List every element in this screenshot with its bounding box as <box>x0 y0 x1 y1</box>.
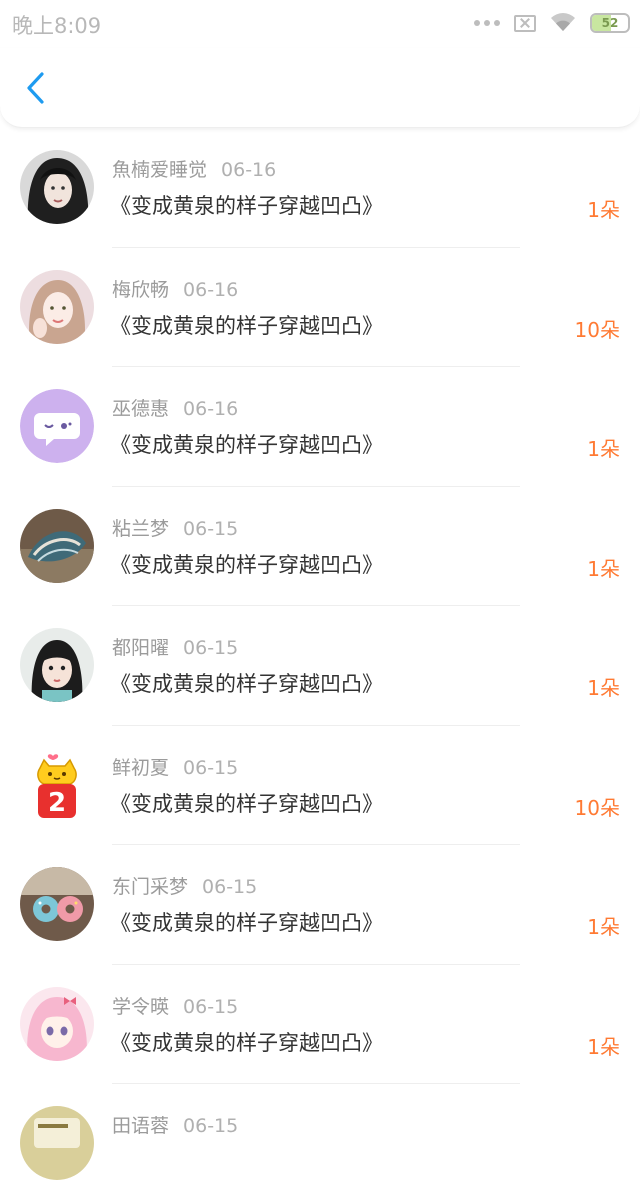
status-bar: 晚上8:09 52 <box>0 0 640 48</box>
sender-name: 田语蓉 <box>112 1115 170 1137</box>
gift-amount: 1朵 <box>587 1034 620 1059</box>
sender-meta: 都阳曜 06-15 <box>112 633 238 660</box>
back-button[interactable] <box>14 66 58 110</box>
sender-name: 巫德惠 <box>112 398 170 420</box>
status-icons: 52 <box>474 12 630 34</box>
svg-text:2: 2 <box>48 788 66 818</box>
sender-meta: 梅欣畅 06-16 <box>112 275 238 302</box>
avatar[interactable] <box>20 1106 94 1180</box>
book-title: 《变成黄泉的样子穿越凹凸》 <box>110 313 383 338</box>
gift-amount: 1朵 <box>587 915 620 939</box>
sender-name: 鲜初夏 <box>112 756 170 779</box>
gift-amount: 1朵 <box>587 556 620 581</box>
chevron-left-icon <box>27 72 44 104</box>
battery-icon: 52 <box>590 13 630 33</box>
list-item[interactable]: 魚楠爱睡觉 06-16 《变成黄泉的样子穿越凹凸》 1朵 <box>0 128 640 248</box>
no-sim-icon <box>514 14 536 32</box>
gift-date: 06-16 <box>221 159 277 181</box>
book-title: 《变成黄泉的样子穿越凹凸》 <box>110 791 383 816</box>
avatar[interactable] <box>20 269 94 344</box>
gift-date: 06-15 <box>183 517 239 540</box>
gift-amount: 10朵 <box>574 317 620 342</box>
list-item[interactable]: 学令暎 06-15 《变成黄泉的样子穿越凹凸》 1朵 <box>0 965 640 1084</box>
list-item[interactable]: 都阳曜 06-15 《变成黄泉的样子穿越凹凸》 1朵 <box>0 606 640 726</box>
list-item[interactable]: 东门采梦 06-15 《变成黄泉的样子穿越凹凸》 1朵 <box>0 845 640 965</box>
book-title: 《变成黄泉的样子穿越凹凸》 <box>110 1030 383 1055</box>
wifi-icon <box>551 13 575 31</box>
avatar[interactable] <box>20 508 94 583</box>
sender-meta: 巫德惠 06-16 <box>112 394 238 421</box>
sender-name: 都阳曜 <box>112 637 170 659</box>
book-title: 《变成黄泉的样子穿越凹凸》 <box>110 433 383 457</box>
avatar[interactable]: 2 <box>20 748 94 822</box>
sender-meta: 粘兰梦 06-15 <box>112 514 238 541</box>
list-item[interactable]: 田语蓉 06-15 <box>0 1084 640 1204</box>
status-time: 晚上8:09 <box>12 14 102 38</box>
avatar[interactable] <box>20 867 94 941</box>
sender-meta: 魚楠爱睡觉 06-16 <box>112 155 276 182</box>
avatar[interactable] <box>20 986 94 1061</box>
gift-date: 06-15 <box>183 637 239 659</box>
sender-meta: 学令暎 06-15 <box>112 992 238 1019</box>
gift-amount: 1朵 <box>587 437 620 461</box>
gift-date: 06-16 <box>183 278 239 301</box>
gift-date: 06-15 <box>183 995 239 1018</box>
sender-name: 梅欣畅 <box>112 278 170 301</box>
gift-amount: 1朵 <box>587 676 620 700</box>
battery-level: 52 <box>601 16 619 30</box>
gift-date: 06-16 <box>183 398 239 420</box>
list-item[interactable]: 2 鲜初夏 06-15 《变成黄泉的样子穿越凹凸》 10朵 <box>0 726 640 845</box>
avatar[interactable] <box>20 150 94 224</box>
sender-name: 魚楠爱睡觉 <box>112 159 208 181</box>
gift-date: 06-15 <box>202 876 258 898</box>
list-item[interactable]: 巫德惠 06-16 《变成黄泉的样子穿越凹凸》 1朵 <box>0 367 640 487</box>
sender-meta: 鲜初夏 06-15 <box>112 753 238 780</box>
gift-amount: 1朵 <box>587 198 620 222</box>
avatar[interactable] <box>20 628 94 702</box>
avatar[interactable] <box>20 389 94 463</box>
book-title: 《变成黄泉的样子穿越凹凸》 <box>110 194 383 218</box>
book-title: 《变成黄泉的样子穿越凹凸》 <box>110 672 383 696</box>
sender-meta: 田语蓉 06-15 <box>112 1111 238 1138</box>
list-item[interactable]: 梅欣畅 06-16 《变成黄泉的样子穿越凹凸》 10朵 <box>0 248 640 367</box>
list-item[interactable]: 粘兰梦 06-15 《变成黄泉的样子穿越凹凸》 1朵 <box>0 487 640 606</box>
more-dots-icon <box>474 20 500 26</box>
gift-date: 06-15 <box>183 1115 239 1137</box>
gift-date: 06-15 <box>183 756 239 779</box>
gift-list: 魚楠爱睡觉 06-16 《变成黄泉的样子穿越凹凸》 1朵 梅欣畅 06-16 《变成… <box>0 128 640 1204</box>
book-title: 《变成黄泉的样子穿越凹凸》 <box>110 911 383 935</box>
sender-name: 东门采梦 <box>112 876 189 898</box>
sender-meta: 东门采梦 06-15 <box>112 872 257 899</box>
sender-name: 学令暎 <box>112 995 170 1018</box>
sender-name: 粘兰梦 <box>112 517 170 540</box>
gift-amount: 10朵 <box>574 795 620 820</box>
nav-bar <box>0 48 640 128</box>
book-title: 《变成黄泉的样子穿越凹凸》 <box>110 552 383 577</box>
